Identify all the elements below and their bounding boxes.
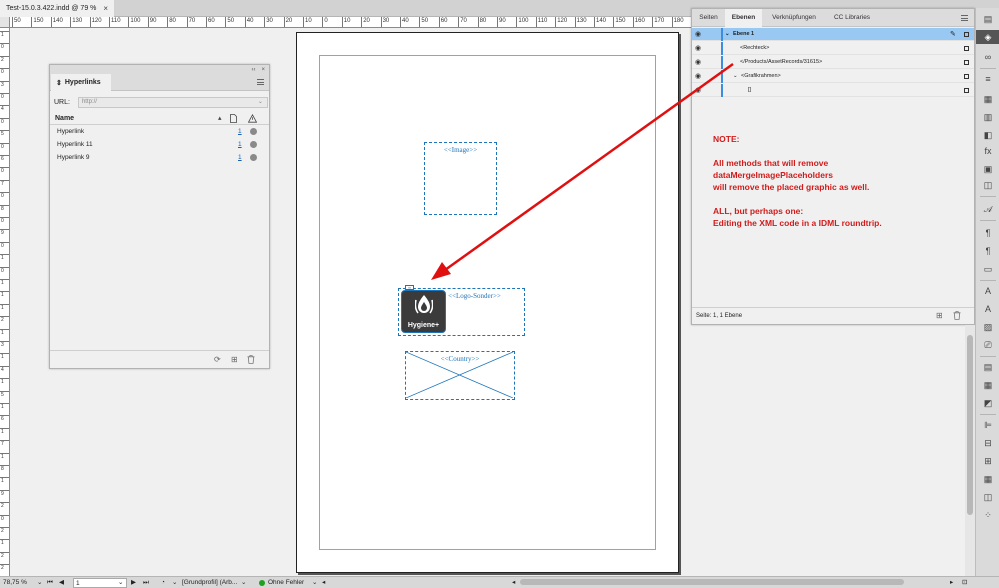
page-number-value: 1: [76, 580, 80, 587]
horizontal-scroll-thumb[interactable]: [520, 579, 904, 585]
data-merge-icon[interactable]: ⊞: [976, 454, 999, 468]
character-icon[interactable]: A: [976, 284, 999, 298]
vertical-scroll-thumb[interactable]: [967, 335, 973, 515]
note-line: ALL, but perhaps one:: [713, 206, 804, 216]
scroll-corner-icon[interactable]: ⊡: [962, 578, 967, 588]
puzzle-icon[interactable]: ⁘: [976, 508, 999, 522]
last-page-icon[interactable]: ⏭: [143, 578, 149, 588]
script-icon[interactable]: ⎚: [976, 338, 999, 352]
note-heading: NOTE:: [713, 134, 740, 144]
paragraph-icon[interactable]: ¶: [976, 226, 999, 240]
toolbar-separator: [980, 196, 996, 197]
toolbar-separator: [980, 280, 996, 281]
chevron-down-icon[interactable]: ⌄: [312, 578, 317, 588]
effects-icon[interactable]: ◧: [976, 128, 999, 142]
annotation-note: NOTE: All methods that will remove dataM…: [713, 133, 953, 229]
transform-icon[interactable]: ◫: [976, 178, 999, 192]
layers-icon[interactable]: ◈: [976, 30, 999, 44]
align-objects-icon[interactable]: ⊫: [976, 418, 999, 432]
chevron-down-icon[interactable]: ⌄: [241, 578, 246, 588]
align-icon[interactable]: ▣: [976, 162, 999, 176]
toolbar-separator: [980, 414, 996, 415]
first-page-icon[interactable]: ⏮: [47, 578, 53, 588]
scroll-right-icon[interactable]: ▸: [950, 578, 953, 588]
toolbar-separator: [980, 68, 996, 69]
note-line: Editing the XML code in a IDML roundtrip…: [713, 218, 882, 228]
preflight-menu-icon[interactable]: ◂: [322, 578, 325, 588]
scroll-left-icon[interactable]: ◂: [512, 578, 515, 588]
preflight-profile[interactable]: [Grundprofil] (Arb...: [182, 578, 237, 588]
character-styles-icon[interactable]: A: [976, 302, 999, 316]
paragraph-styles-icon[interactable]: ¶: [976, 244, 999, 258]
next-page-icon[interactable]: ▶: [131, 578, 136, 588]
table-styles-icon[interactable]: ▤: [976, 360, 999, 374]
previous-page-icon[interactable]: ◀: [59, 578, 64, 588]
gradient-icon[interactable]: ▥: [976, 110, 999, 124]
zoom-level[interactable]: 78,75 %: [3, 578, 27, 588]
preview-icon[interactable]: ◔: [161, 578, 165, 588]
pathfinder-icon[interactable]: ⊟: [976, 436, 999, 450]
text-wrap-icon[interactable]: ▨: [976, 320, 999, 334]
cell-styles-icon[interactable]: ▦: [976, 378, 999, 392]
note-line: will remove the placed graphic as well.: [713, 182, 870, 192]
tags-icon[interactable]: ▦: [976, 472, 999, 486]
annotation-arrow: [431, 62, 734, 280]
chevron-down-icon[interactable]: ⌄: [118, 578, 123, 588]
panel-dock-toolbar: ▤ ◈ ∞ ≡ ▦ ▥ ◧ fx ▣ ◫ 𝒜 ¶ ¶ ▭ A A ▨ ⎚ ▤ ▦…: [975, 8, 999, 576]
object-styles-icon[interactable]: ◩: [976, 396, 999, 410]
table-icon[interactable]: ▭: [976, 262, 999, 276]
links-icon[interactable]: ∞: [976, 50, 999, 64]
structure-icon[interactable]: ◫: [976, 490, 999, 504]
vertical-scrollbar[interactable]: [965, 325, 975, 576]
note-line: All methods that will remove: [713, 158, 829, 168]
stroke-icon[interactable]: ≡: [976, 72, 999, 86]
toolbar-separator: [980, 356, 996, 357]
fx-icon[interactable]: fx: [976, 144, 999, 158]
pages-icon[interactable]: ▤: [976, 12, 999, 26]
preflight-status-icon: [259, 580, 265, 586]
glyphs-icon[interactable]: 𝒜: [976, 202, 999, 216]
chevron-down-icon[interactable]: ⌄: [37, 578, 42, 588]
swatches-icon[interactable]: ▦: [976, 92, 999, 106]
toolbar-separator: [980, 220, 996, 221]
note-line: dataMergeImagePlaceholders: [713, 170, 833, 180]
chevron-down-icon[interactable]: ⌄: [172, 578, 177, 588]
preflight-status[interactable]: Ohne Fehler: [268, 578, 304, 588]
